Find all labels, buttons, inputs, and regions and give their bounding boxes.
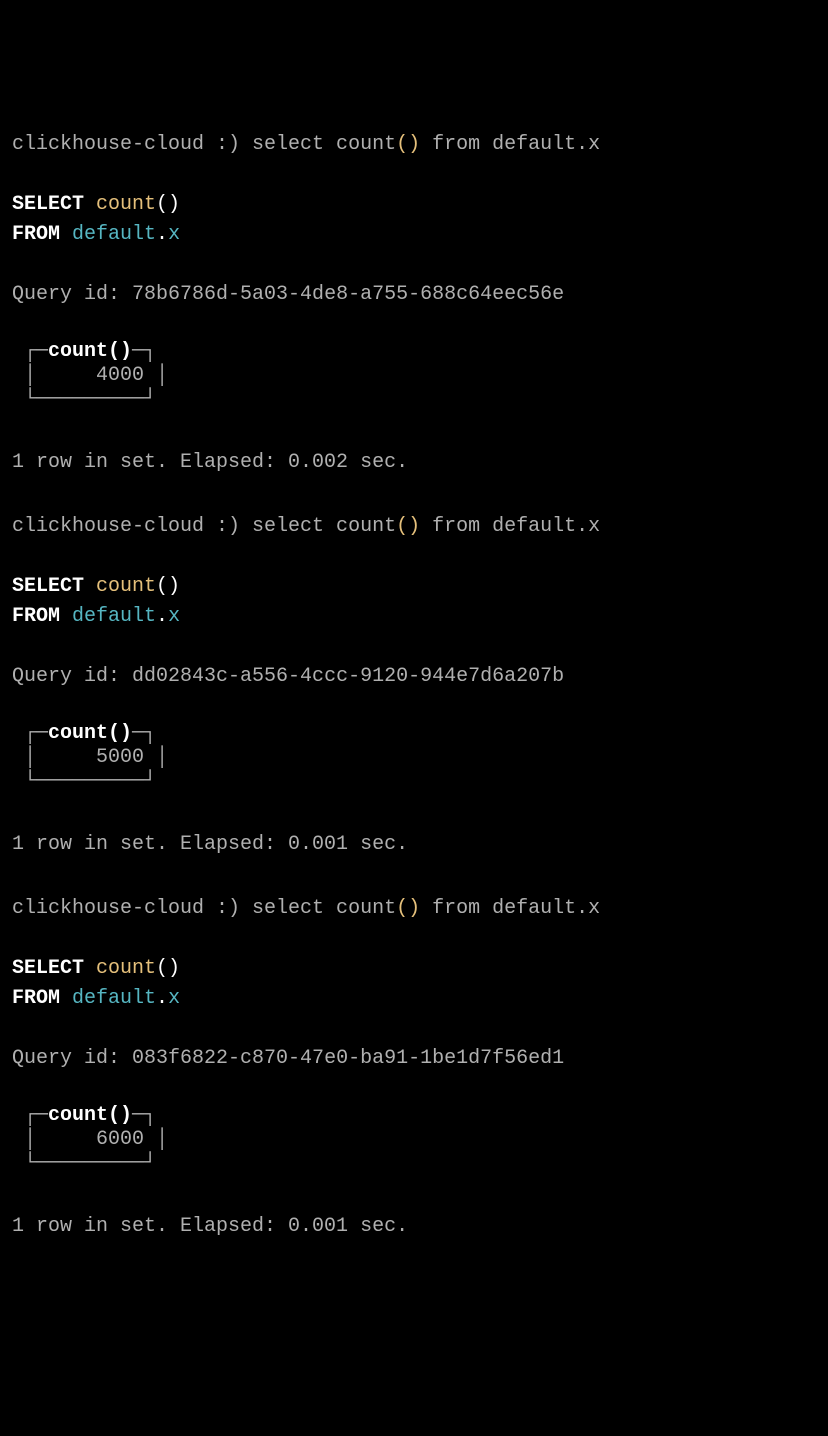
query-id-line: Query id: 78b6786d-5a03-4de8-a755-688c64… (12, 280, 816, 310)
query-id-line: Query id: dd02843c-a556-4ccc-9120-944e7d… (12, 662, 816, 692)
result-footer: 1 row in set. Elapsed: 0.001 sec. (12, 1212, 816, 1242)
prompt-label: clickhouse-cloud :) (12, 515, 252, 538)
command-text: from default.x (420, 897, 600, 920)
parsed-sql: SELECT count()FROM default.x (12, 190, 816, 250)
query-id-line: Query id: 083f6822-c870-47e0-ba91-1be1d7… (12, 1044, 816, 1074)
result-footer: 1 row in set. Elapsed: 0.002 sec. (12, 448, 816, 478)
prompt-line[interactable]: clickhouse-cloud :) select count() from … (12, 130, 816, 160)
prompt-label: clickhouse-cloud :) (12, 133, 252, 156)
command-text: from default.x (420, 133, 600, 156)
prompt-label: clickhouse-cloud :) (12, 897, 252, 920)
result-box: ┌─count()─┐ │ 5000 │ └─────────┘ (12, 722, 168, 794)
prompt-line[interactable]: clickhouse-cloud :) select count() from … (12, 512, 816, 542)
paren-icon: () (396, 133, 420, 156)
result-box: ┌─count()─┐ │ 6000 │ └─────────┘ (12, 1104, 168, 1176)
prompt-line[interactable]: clickhouse-cloud :) select count() from … (12, 894, 816, 924)
command-text: select count (252, 133, 396, 156)
parsed-sql: SELECT count()FROM default.x (12, 572, 816, 632)
result-footer: 1 row in set. Elapsed: 0.001 sec. (12, 830, 816, 860)
command-text: from default.x (420, 515, 600, 538)
parsed-sql: SELECT count()FROM default.x (12, 954, 816, 1014)
terminal-output: clickhouse-cloud :) select count() from … (12, 130, 816, 1242)
result-box: ┌─count()─┐ │ 4000 │ └─────────┘ (12, 340, 168, 412)
paren-icon: () (396, 515, 420, 538)
paren-icon: () (396, 897, 420, 920)
command-text: select count (252, 897, 396, 920)
command-text: select count (252, 515, 396, 538)
